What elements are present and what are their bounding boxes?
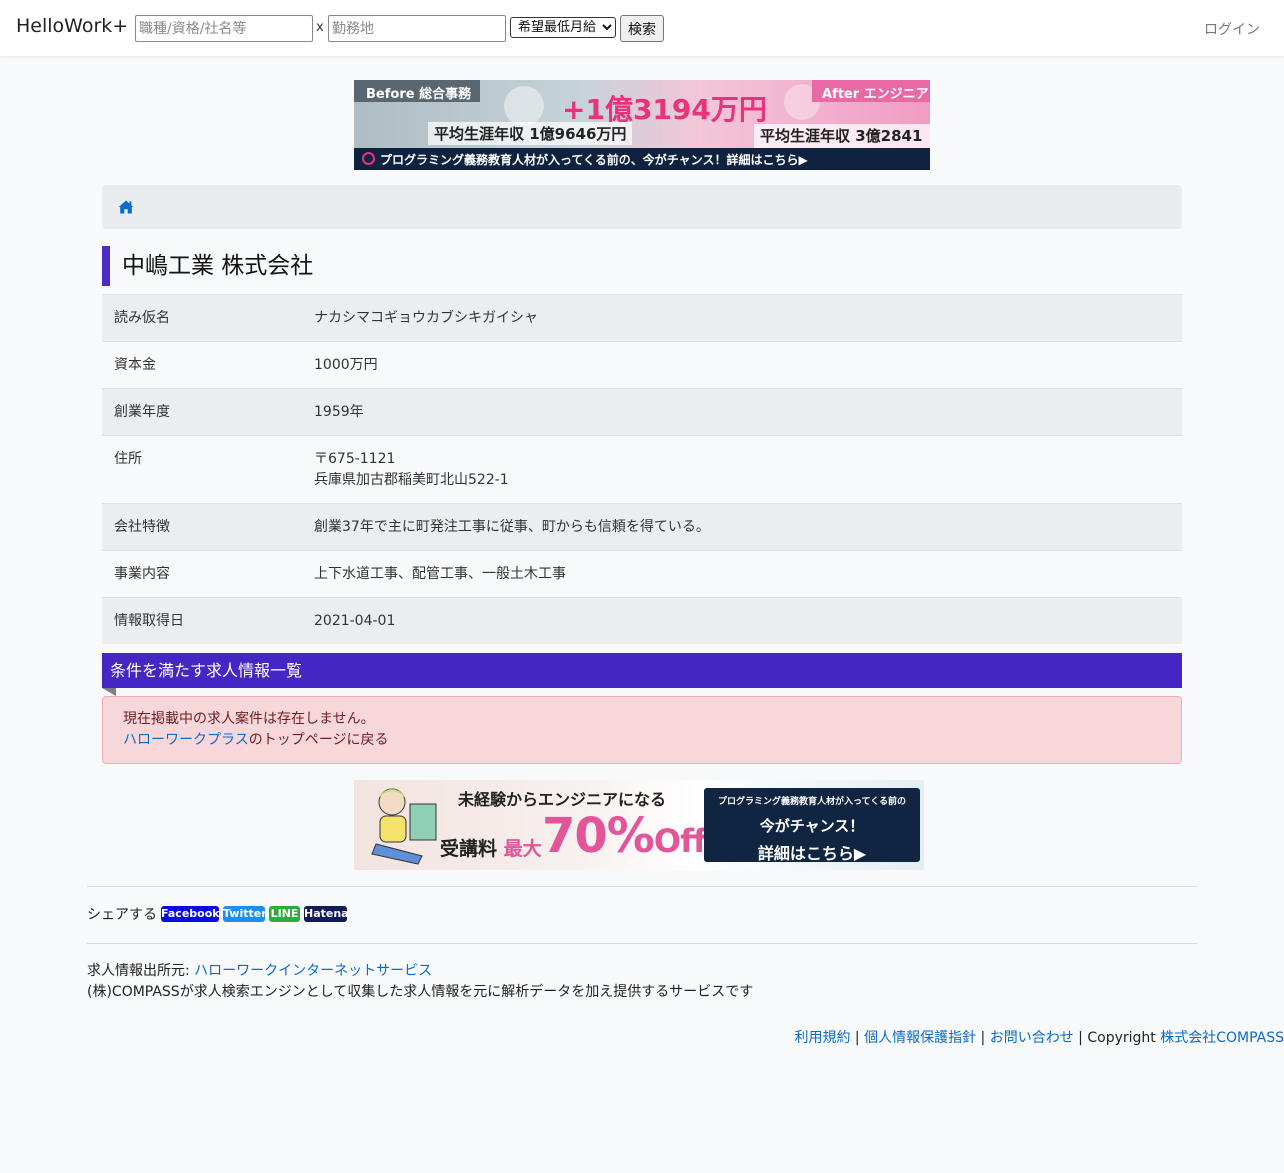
row-label: 創業年度 — [114, 404, 170, 420]
row-value: 1959年 — [314, 404, 364, 420]
search-separator: x — [316, 20, 324, 35]
source-prefix: 求人情報出所元: — [87, 963, 195, 979]
banner-decoration — [504, 86, 544, 126]
table-row: 会社特徴 創業37年で主に町発注工事に従事、町からも信頼を得ている。 — [102, 503, 1182, 551]
no-jobs-alert: 現在掲載中の求人案件は存在しません。 ハローワークプラスのトップページに戻る — [102, 696, 1182, 764]
table-row: 事業内容 上下水道工事、配管工事、一般土木工事 — [102, 550, 1182, 598]
row-label: 情報取得日 — [114, 613, 184, 629]
share-label: シェアする — [87, 907, 157, 923]
breadcrumb — [102, 185, 1182, 229]
login-link[interactable]: ログイン — [1204, 19, 1260, 39]
brand-link[interactable]: HelloWork+ — [16, 15, 128, 37]
row-value: 創業37年で主に町発注工事に従事、町からも信頼を得ている。 — [314, 519, 710, 535]
ring-icon — [362, 152, 375, 165]
top-page-link[interactable]: ハローワークプラス — [123, 732, 249, 748]
row-label: 住所 — [114, 451, 142, 467]
address: 兵庫県加古郡稲美町北山522-1 — [314, 472, 509, 488]
cta-line3: 詳細はこちら▶ — [757, 844, 867, 863]
hellowork-internet-link[interactable]: ハローワークインターネットサービス — [194, 963, 432, 979]
back-suffix: のトップページに戻る — [248, 732, 389, 748]
fee-label: 受講料 最大 — [440, 834, 542, 861]
before-income: 平均生涯年収 1億9646万円 — [428, 122, 633, 145]
navbar: HelloWork+ x 希望最低月給 検索 ログイン — [0, 0, 1284, 56]
source-line: 求人情報出所元: ハローワークインターネットサービス — [87, 961, 753, 982]
contact-link[interactable]: お問い合わせ — [990, 1030, 1074, 1046]
job-list-heading: 条件を満たす求人情報一覧 — [102, 653, 1182, 688]
fee-text: 受講料 — [440, 838, 498, 860]
person-at-laptop-icon — [371, 788, 437, 865]
cta-line2: 今がチャンス！ — [759, 817, 865, 835]
home-icon[interactable] — [118, 199, 134, 215]
privacy-link[interactable]: 個人情報保護指針 — [864, 1030, 976, 1046]
banner-cta-bar: プログラミング義務教育人材が入ってくる前の、今がチャンス！詳細はこちら▶ — [354, 148, 930, 170]
cta-line1: プログラミング義務教育人材が入ってくる前の — [717, 797, 907, 807]
back-line: ハローワークプラスのトップページに戻る — [123, 730, 1161, 751]
engineer-ad-banner-bottom[interactable]: 未経験からエンジニアになる 受講料 最大 70%Off プログラミング義務教育人… — [354, 780, 924, 870]
share-facebook-button[interactable]: Facebook — [161, 906, 220, 922]
company-name: 中嶋工業 株式会社 — [122, 253, 314, 279]
table-row: 住所 〒675-1121 兵庫県加古郡稲美町北山522-1 — [102, 435, 1182, 504]
table-row: 創業年度 1959年 — [102, 388, 1182, 436]
share-hatena-button[interactable]: Hatena — [304, 906, 349, 922]
postal-code: 〒675-1121 — [314, 451, 396, 467]
row-label: 資本金 — [114, 357, 156, 373]
row-value: 〒675-1121 兵庫県加古郡稲美町北山522-1 — [302, 436, 1182, 504]
footer-separator: | — [1073, 1030, 1088, 1046]
discount-percent: 70% — [542, 808, 655, 864]
share-twitter-button[interactable]: Twitter — [223, 906, 267, 922]
after-label: After エンジニア — [812, 80, 930, 102]
company-info-table: 読み仮名 ナカシマコギョウカブシキガイシャ 資本金 1000万円 創業年度 19… — [102, 294, 1182, 644]
salary-select[interactable]: 希望最低月給 — [510, 17, 616, 38]
company-title-bar: 中嶋工業 株式会社 — [102, 246, 313, 286]
banner-title: 未経験からエンジニアになる — [458, 790, 667, 809]
footer-separator: | — [850, 1030, 865, 1046]
before-label: Before 総合事務 — [354, 80, 480, 102]
empty-message: 現在掲載中の求人案件は存在しません。 — [123, 711, 375, 727]
row-value: 1000万円 — [314, 357, 378, 373]
source-info: 求人情報出所元: ハローワークインターネットサービス (株)COMPASSが求人… — [87, 961, 753, 1003]
fee-max: 最大 — [503, 838, 542, 860]
divider — [87, 943, 1197, 944]
row-value: ナカシマコギョウカブシキガイシャ — [314, 310, 538, 326]
row-value: 上下水道工事、配管工事、一般土木工事 — [314, 566, 566, 582]
copyright-text: Copyright — [1087, 1030, 1161, 1046]
row-label: 会社特徴 — [114, 519, 170, 535]
engineer-ad-banner-top[interactable]: Before 総合事務 After エンジニア +1億3194万円 平均生涯年収… — [354, 80, 930, 170]
footer: 利用規約 | 個人情報保護指針 | お問い合わせ | Copyright 株式会… — [794, 1027, 1284, 1047]
location-input[interactable] — [328, 15, 506, 42]
search-button[interactable]: 検索 — [620, 15, 664, 42]
discount-text: 70%Off — [542, 808, 707, 864]
table-row: 情報取得日 2021-04-01 — [102, 597, 1182, 644]
keyword-input[interactable] — [135, 15, 313, 42]
service-description: (株)COMPASSが求人検索エンジンとして収集した求人情報を元に解析データを加… — [87, 984, 754, 1000]
divider — [87, 886, 1197, 887]
row-label: 事業内容 — [114, 566, 170, 582]
off-text: Off — [653, 822, 707, 860]
share-line-button[interactable]: LINE — [269, 906, 300, 922]
table-row: 資本金 1000万円 — [102, 341, 1182, 389]
terms-link[interactable]: 利用規約 — [794, 1030, 850, 1046]
company-link[interactable]: 株式会社COMPASS — [1160, 1030, 1284, 1046]
heading-fold-decoration — [102, 688, 116, 696]
banner-cta-box: プログラミング義務教育人材が入ってくる前の 今がチャンス！ 詳細はこちら▶ — [704, 788, 920, 863]
footer-separator: | — [976, 1030, 990, 1046]
row-label: 読み仮名 — [114, 310, 170, 326]
row-value: 2021-04-01 — [314, 613, 396, 629]
table-row: 読み仮名 ナカシマコギョウカブシキガイシャ — [102, 294, 1182, 342]
